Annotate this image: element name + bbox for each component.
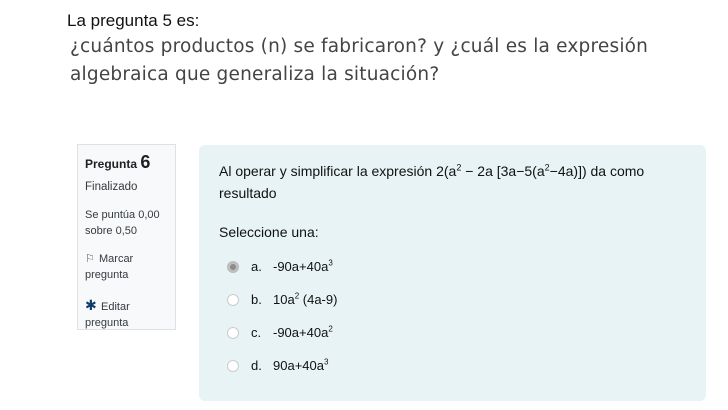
option-text: -90a+40a3 xyxy=(273,258,333,274)
previous-question-heading: La pregunta 5 es: xyxy=(67,11,200,30)
answer-option-c[interactable]: c. -90a+40a2 xyxy=(219,316,686,349)
flag-icon: ⚐ xyxy=(85,253,95,265)
question-grade: Se puntúa 0,00 sobre 0,50 xyxy=(85,209,160,237)
question-formulation: Al operar y simplificar la expresión 2(a… xyxy=(199,145,706,401)
question-text-prefix: Al operar y simplificar la expresión 2(a xyxy=(219,163,457,179)
radio-d[interactable] xyxy=(227,359,239,372)
radio-b[interactable] xyxy=(227,293,239,306)
edit-question-link[interactable]: ✱ Editar pregunta xyxy=(85,297,168,331)
radio-c[interactable] xyxy=(227,326,239,339)
option-letter: c. xyxy=(251,325,262,340)
flag-question-link[interactable]: ⚐ Marcar pregunta xyxy=(85,251,168,283)
question-text: Al operar y simplificar la expresión 2(a… xyxy=(219,162,645,201)
answer-prompt: Seleccione una: xyxy=(219,224,319,240)
radio-a[interactable] xyxy=(227,260,239,273)
question-number: Pregunta 6 xyxy=(85,152,168,173)
question-label: Pregunta xyxy=(85,157,138,171)
question-state: Finalizado xyxy=(85,181,138,193)
option-text: 10a2 (4a-9) xyxy=(273,291,338,307)
question-text-suffix: resultado xyxy=(219,185,277,201)
answer-option-a[interactable]: a. -90a+40a3 xyxy=(219,250,686,283)
option-text: 90a+40a3 xyxy=(273,357,329,373)
answer-list: a. -90a+40a3 b. 10a2 (4a-9) c. -90a+40a2… xyxy=(219,250,686,382)
previous-question-text: ¿cuántos productos (n) se fabricaron? y … xyxy=(70,36,649,85)
answer-option-d[interactable]: d. 90a+40a3 xyxy=(219,349,686,382)
option-letter: b. xyxy=(251,292,262,307)
answer-option-b[interactable]: b. 10a2 (4a-9) xyxy=(219,283,686,316)
option-text: -90a+40a2 xyxy=(273,324,333,340)
question-info-panel: Pregunta 6 Finalizado Se puntúa 0,00 sob… xyxy=(77,144,176,330)
option-letter: d. xyxy=(251,358,262,373)
question-number-value: 6 xyxy=(140,152,151,172)
gear-icon: ✱ xyxy=(85,297,97,313)
option-letter: a. xyxy=(251,259,262,274)
